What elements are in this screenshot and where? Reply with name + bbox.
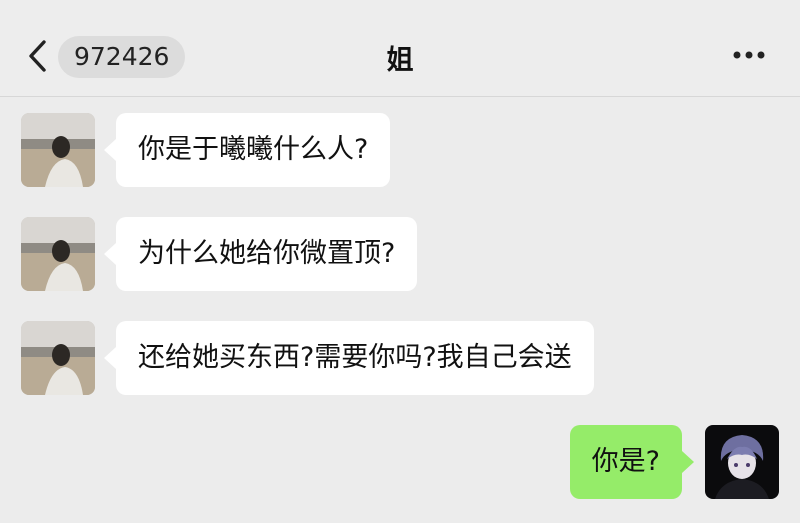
contact-avatar-image [21, 217, 95, 291]
contact-avatar-image [21, 321, 95, 395]
contact-avatar[interactable] [21, 113, 95, 187]
self-avatar-image [705, 425, 779, 499]
message-bubble-incoming[interactable]: 还给她买东西?需要你吗?我自己会送 [104, 321, 594, 395]
message-bubble-outgoing[interactable]: 你是? [569, 425, 695, 499]
chat-title: 姐 [386, 45, 414, 76]
chat-header: 972426 姐 [0, 0, 800, 97]
contact-avatar[interactable] [21, 321, 95, 395]
message-bubble-incoming[interactable]: 你是于曦曦什么人? [103, 113, 391, 187]
more-dots-icon[interactable] [732, 48, 766, 62]
contact-avatar[interactable] [21, 217, 95, 291]
message-list[interactable]: 你是于曦曦什么人? 为什么她给你微置顶? 还给她买东西?需要你吗?我自己会送 你… [0, 97, 800, 523]
self-avatar[interactable] [705, 425, 779, 499]
message-bubble-incoming[interactable]: 为什么她给你微置顶? [103, 217, 418, 291]
contact-avatar-image [21, 113, 95, 187]
